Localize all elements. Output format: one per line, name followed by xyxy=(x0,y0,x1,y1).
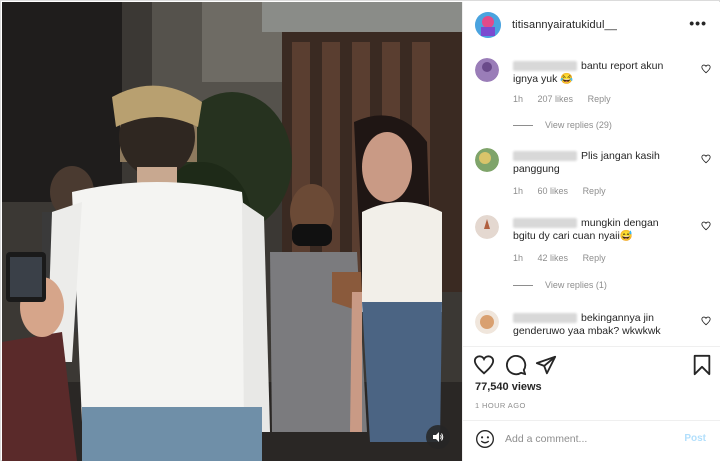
comment-username-redacted[interactable] xyxy=(513,313,577,324)
smiley-icon[interactable] xyxy=(475,429,495,449)
comment-likes[interactable]: 207 likes xyxy=(538,94,574,104)
comment-meta: 1h 42 likes Reply xyxy=(513,253,618,263)
post-username[interactable]: titisannyairatukidul__ xyxy=(512,19,617,31)
comment-item: Plis jangan kasih panggung 1h 60 likes R… xyxy=(475,148,711,198)
view-replies-label: View replies (29) xyxy=(545,120,612,130)
comment-icon[interactable] xyxy=(505,354,527,376)
comment-avatar[interactable] xyxy=(475,310,499,334)
comment-time: 1h xyxy=(513,253,524,263)
comment-reply-button[interactable]: Reply xyxy=(583,253,606,263)
comment-reply-button[interactable]: Reply xyxy=(583,186,606,196)
comment-text: bantu report akun ignya yuk 😂 xyxy=(513,60,664,85)
post-actions-bar xyxy=(473,354,713,378)
post-frame: titisannyairatukidul__ ••• bantu report … xyxy=(0,0,720,461)
paper-plane-icon[interactable] xyxy=(535,354,557,376)
comment-heart-icon[interactable] xyxy=(701,221,711,231)
comment-avatar[interactable] xyxy=(475,58,499,82)
view-count[interactable]: 77,540 views xyxy=(475,381,542,393)
view-replies-button[interactable]: View replies (1) xyxy=(513,280,607,290)
comment-likes[interactable]: 60 likes xyxy=(538,186,569,196)
comment-item: bantu report akun ignya yuk 😂 1h 207 lik… xyxy=(475,58,711,138)
comment-reply-button[interactable]: Reply xyxy=(588,94,611,104)
comment-heart-icon[interactable] xyxy=(701,154,711,164)
post-video[interactable] xyxy=(2,2,462,461)
divider xyxy=(513,284,533,286)
comment-username-redacted[interactable] xyxy=(513,151,577,162)
comment-time: 1h xyxy=(513,186,524,196)
comment-meta: 1h 60 likes Reply xyxy=(513,186,618,196)
comment-item: mungkin dengan bgitu dy cari cuan nyaii😅… xyxy=(475,215,711,295)
heart-icon[interactable] xyxy=(473,354,495,376)
comment-time: 1h xyxy=(513,94,524,104)
bookmark-icon[interactable] xyxy=(691,354,713,376)
divider xyxy=(513,124,533,126)
comment-avatar[interactable] xyxy=(475,148,499,172)
avatar-image xyxy=(475,12,501,38)
comment-input[interactable] xyxy=(505,430,675,448)
sound-toggle-button[interactable] xyxy=(426,425,450,449)
comment-avatar[interactable] xyxy=(475,215,499,239)
comment-item: bekingannya jin genderuwo yaa mbak? wkwk… xyxy=(475,310,711,348)
post-comment-button[interactable]: Post xyxy=(684,433,706,444)
view-replies-label: View replies (1) xyxy=(545,280,607,290)
comment-text: mungkin dengan bgitu dy cari cuan nyaii😅 xyxy=(513,217,659,242)
comment-likes[interactable]: 42 likes xyxy=(538,253,569,263)
post-timestamp: 1 HOUR AGO xyxy=(475,401,526,410)
avatar-image xyxy=(475,215,499,239)
comment-text: Plis jangan kasih panggung xyxy=(513,150,660,175)
avatar-image xyxy=(475,310,499,334)
post-side-panel: titisannyairatukidul__ ••• bantu report … xyxy=(462,2,720,461)
post-header: titisannyairatukidul__ ••• xyxy=(463,2,720,48)
divider xyxy=(463,420,720,421)
avatar-image xyxy=(475,58,499,82)
divider xyxy=(463,346,720,347)
view-replies-button[interactable]: View replies (29) xyxy=(513,120,612,130)
avatar-image xyxy=(475,148,499,172)
comments-list: bantu report akun ignya yuk 😂 1h 207 lik… xyxy=(463,48,720,348)
comment-text: bekingannya jin genderuwo yaa mbak? wkwk… xyxy=(513,312,661,337)
more-options-icon[interactable]: ••• xyxy=(689,16,707,30)
comment-username-redacted[interactable] xyxy=(513,218,577,229)
comment-username-redacted[interactable] xyxy=(513,61,577,72)
comment-meta: 1h 207 likes Reply xyxy=(513,94,623,104)
speaker-icon xyxy=(433,432,444,442)
video-frame-image xyxy=(2,2,462,461)
comment-heart-icon[interactable] xyxy=(701,64,711,74)
comment-heart-icon[interactable] xyxy=(701,316,711,326)
avatar[interactable] xyxy=(475,12,501,38)
